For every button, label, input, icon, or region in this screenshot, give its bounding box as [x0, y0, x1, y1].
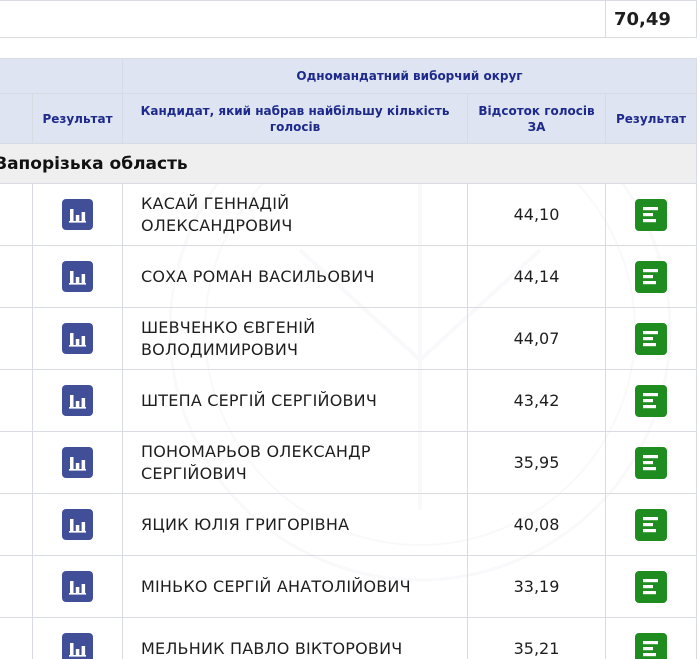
result-list-icon[interactable]	[635, 570, 667, 603]
candidate-name-line1: ПОНОМАРЬОВ ОЛЕКСАНДР	[141, 441, 371, 461]
candidate-name: ПОНОМАРЬОВ ОЛЕКСАНДР СЕРГІЙОВИЧ	[122, 431, 468, 494]
percent-value: 43,42	[467, 369, 606, 432]
total-spacer-cell	[0, 0, 606, 38]
row-empty-cell	[0, 183, 33, 246]
bar-chart-icon[interactable]	[62, 385, 93, 416]
candidate-rows: КАСАЙ ГЕННАДІЙ ОЛЕКСАНДРОВИЧ 44,10 СОХА РОМ…	[0, 183, 697, 659]
header-left-result: Результат	[32, 93, 123, 144]
bar-chart-icon[interactable]	[62, 199, 93, 230]
region-name: Запорізька область	[0, 143, 697, 184]
row-result-cell	[605, 555, 697, 618]
bar-chart-icon[interactable]	[62, 633, 93, 659]
header-percent: Відсоток голосів ЗА	[467, 93, 606, 144]
row-stats-cell	[32, 617, 123, 659]
result-list-icon[interactable]	[635, 508, 667, 541]
percent-value: 44,10	[467, 183, 606, 246]
percent-value: 35,95	[467, 431, 606, 494]
header-result: Результат	[605, 93, 697, 144]
candidate-name-line1: КАСАЙ ГЕННАДІЙ	[141, 193, 290, 213]
row-stats-cell	[32, 555, 123, 618]
percent-value: 40,08	[467, 493, 606, 556]
row-empty-cell	[0, 369, 33, 432]
row-stats-cell	[32, 245, 123, 308]
table-row: МІНЬКО СЕРГІЙ АНАТОЛІЙОВИЧ 33,19	[0, 555, 697, 618]
region-label: Запорізька область	[0, 153, 188, 174]
region-row: Запорізька область	[0, 143, 697, 184]
candidate-name-line1: СОХА РОМАН ВАСИЛЬОВИЧ	[141, 266, 375, 286]
election-results-page: 70,49 Одномандатний виборчий округ Резул…	[0, 0, 700, 659]
row-empty-cell	[0, 493, 33, 556]
header-empty-cell	[0, 58, 123, 94]
spacer-cell	[0, 37, 697, 59]
result-list-icon[interactable]	[635, 260, 667, 293]
table-row: КАСАЙ ГЕННАДІЙ ОЛЕКСАНДРОВИЧ 44,10	[0, 183, 697, 246]
row-result-cell	[605, 493, 697, 556]
row-result-cell	[605, 369, 697, 432]
row-stats-cell	[32, 307, 123, 370]
row-stats-cell	[32, 183, 123, 246]
candidate-name-line1: ШТЕПА СЕРГІЙ СЕРГІЙОВИЧ	[141, 390, 377, 410]
result-list-icon[interactable]	[635, 198, 667, 231]
bar-chart-icon[interactable]	[62, 571, 93, 602]
candidate-name-line1: ШЕВЧЕНКО ЄВГЕНІЙ	[141, 317, 316, 337]
row-empty-cell	[0, 245, 33, 308]
row-stats-cell	[32, 369, 123, 432]
candidate-name-line1: ЯЦИК ЮЛІЯ ГРИГОРІВНА	[141, 514, 350, 534]
bar-chart-icon[interactable]	[62, 509, 93, 540]
row-empty-cell	[0, 617, 33, 659]
bar-chart-icon[interactable]	[62, 447, 93, 478]
result-list-icon[interactable]	[635, 446, 667, 479]
row-empty-cell	[0, 431, 33, 494]
candidate-name-line1: МЕЛЬНИК ПАВЛО ВІКТОРОВИЧ	[141, 638, 403, 658]
bar-chart-icon[interactable]	[62, 323, 93, 354]
table-row: ЯЦИК ЮЛІЯ ГРИГОРІВНА 40,08	[0, 493, 697, 556]
header-district-group: Одномандатний виборчий округ	[122, 58, 697, 94]
header-empty-cell-a	[0, 93, 33, 144]
result-list-icon[interactable]	[635, 632, 667, 659]
percent-value: 44,07	[467, 307, 606, 370]
total-value: 70,49	[605, 0, 697, 38]
percent-value: 33,19	[467, 555, 606, 618]
table-row: МЕЛЬНИК ПАВЛО ВІКТОРОВИЧ 35,21	[0, 617, 697, 659]
table-row: ПОНОМАРЬОВ ОЛЕКСАНДР СЕРГІЙОВИЧ 35,95	[0, 431, 697, 494]
candidate-name: КАСАЙ ГЕННАДІЙ ОЛЕКСАНДРОВИЧ	[122, 183, 468, 246]
candidate-name: ЯЦИК ЮЛІЯ ГРИГОРІВНА	[122, 493, 468, 556]
candidate-name: СОХА РОМАН ВАСИЛЬОВИЧ	[122, 245, 468, 308]
table-row: ШЕВЧЕНКО ЄВГЕНІЙ ВОЛОДИМИРОВИЧ 44,07	[0, 307, 697, 370]
row-stats-cell	[32, 493, 123, 556]
table-row: ШТЕПА СЕРГІЙ СЕРГІЙОВИЧ 43,42	[0, 369, 697, 432]
table-row: СОХА РОМАН ВАСИЛЬОВИЧ 44,14	[0, 245, 697, 308]
candidate-name: ШЕВЧЕНКО ЄВГЕНІЙ ВОЛОДИМИРОВИЧ	[122, 307, 468, 370]
total-row: 70,49	[0, 0, 697, 38]
candidate-name-line2: СЕРГІЙОВИЧ	[141, 463, 247, 483]
row-empty-cell	[0, 555, 33, 618]
candidate-name: ШТЕПА СЕРГІЙ СЕРГІЙОВИЧ	[122, 369, 468, 432]
row-result-cell	[605, 307, 697, 370]
row-result-cell	[605, 183, 697, 246]
header-row-group: Одномандатний виборчий округ	[0, 58, 697, 94]
candidate-name-line2: ВОЛОДИМИРОВИЧ	[141, 339, 299, 359]
header-row-columns: Результат Кандидат, який набрав найбільш…	[0, 93, 697, 144]
row-stats-cell	[32, 431, 123, 494]
candidate-name: МЕЛЬНИК ПАВЛО ВІКТОРОВИЧ	[122, 617, 468, 659]
header-candidate: Кандидат, який набрав найбільшу кількіст…	[122, 93, 468, 144]
candidate-name-line1: МІНЬКО СЕРГІЙ АНАТОЛІЙОВИЧ	[141, 576, 411, 596]
result-list-icon[interactable]	[635, 322, 667, 355]
candidate-name: МІНЬКО СЕРГІЙ АНАТОЛІЙОВИЧ	[122, 555, 468, 618]
row-result-cell	[605, 431, 697, 494]
results-table: 70,49 Одномандатний виборчий округ Резул…	[0, 0, 697, 659]
candidate-name-line2: ОЛЕКСАНДРОВИЧ	[141, 215, 293, 235]
result-list-icon[interactable]	[635, 384, 667, 417]
row-empty-cell	[0, 307, 33, 370]
row-result-cell	[605, 617, 697, 659]
spacer-row	[0, 37, 697, 59]
row-result-cell	[605, 245, 697, 308]
bar-chart-icon[interactable]	[62, 261, 93, 292]
percent-value: 35,21	[467, 617, 606, 659]
percent-value: 44,14	[467, 245, 606, 308]
